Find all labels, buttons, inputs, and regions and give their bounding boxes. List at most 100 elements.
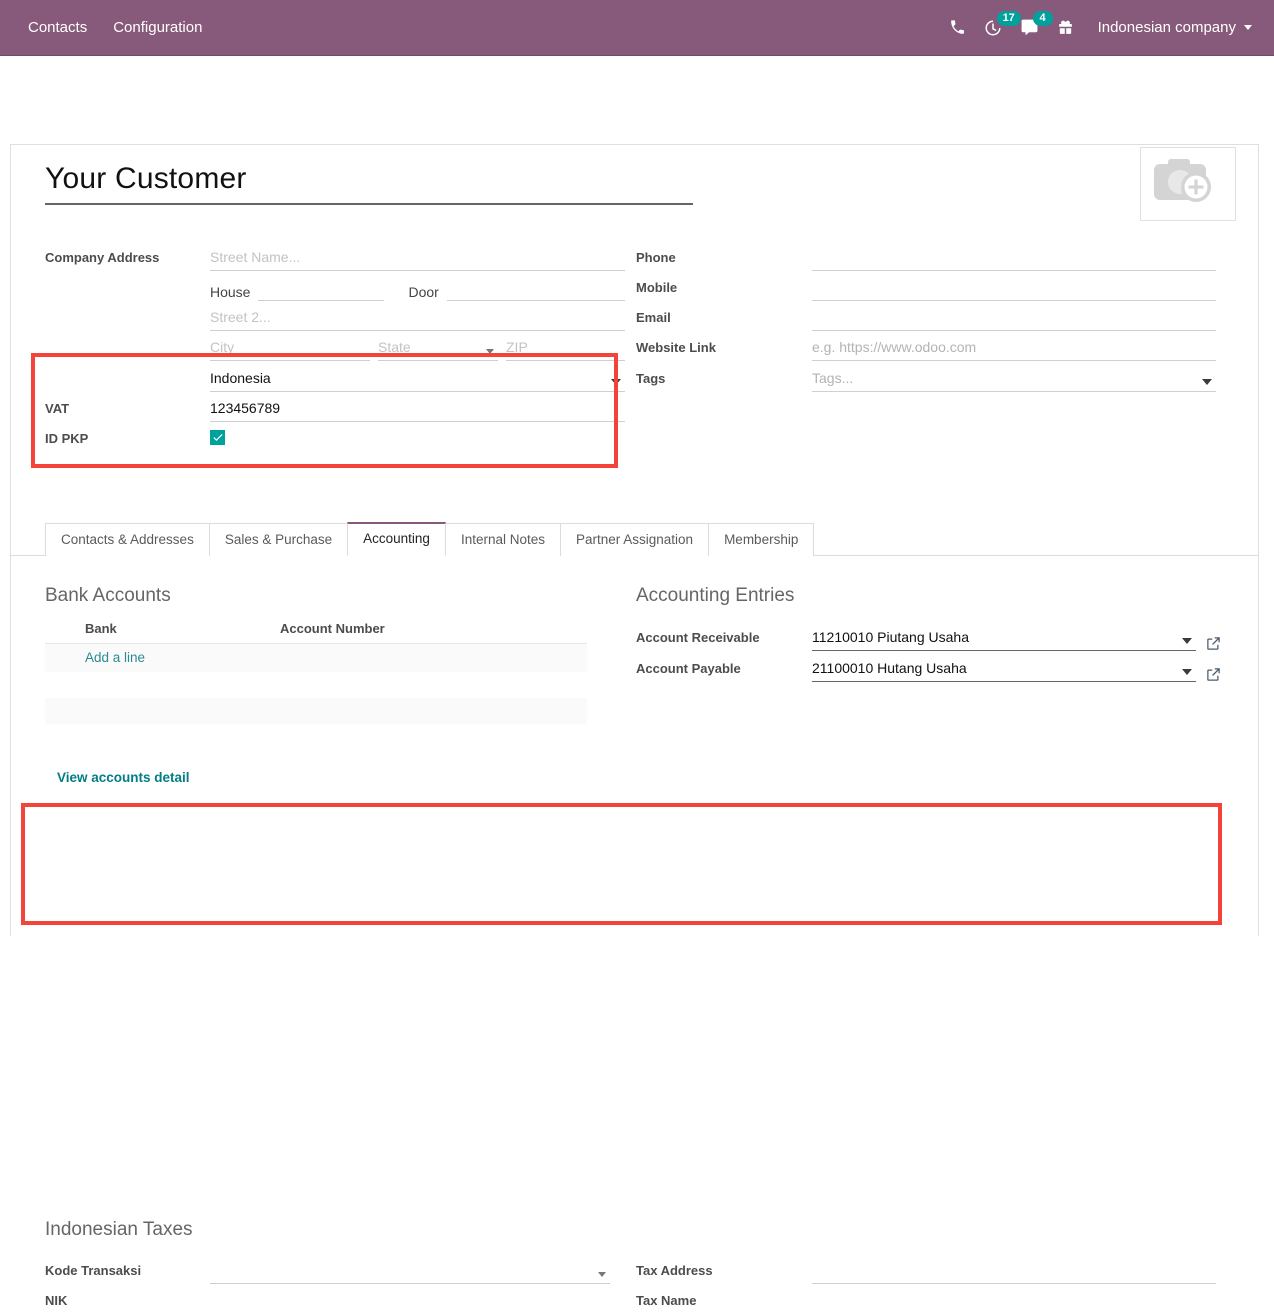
- tab-partner-assignation[interactable]: Partner Assignation: [560, 523, 709, 556]
- state-placeholder: State: [378, 338, 411, 356]
- account-receivable-external-link-icon[interactable]: [1206, 636, 1221, 651]
- column-header-bank: Bank: [45, 620, 280, 638]
- tab-sales-purchase[interactable]: Sales & Purchase: [209, 523, 348, 556]
- top-navbar: Contacts Configuration 17 4 Indonesian c…: [0, 0, 1274, 56]
- house-door-spacer: [45, 298, 210, 301]
- country-value: Indonesia: [210, 369, 271, 387]
- tax-address-label: Tax Address: [636, 1261, 812, 1284]
- chevron-down-icon: [1244, 25, 1252, 30]
- accounting-entries-group: Accounting Entries Account Receivable 11…: [636, 584, 1221, 682]
- kode-transaksi-chevron-down-icon: [598, 1272, 606, 1277]
- zip-input[interactable]: ZIP: [506, 334, 625, 361]
- tab-accounting[interactable]: Accounting: [347, 522, 446, 556]
- account-payable-select[interactable]: 21100010 Hutang Usaha: [812, 655, 1196, 682]
- field-row-country: Indonesia: [45, 361, 625, 392]
- phone-icon[interactable]: [949, 17, 966, 39]
- avatar-upload-box[interactable]: [1140, 147, 1236, 221]
- website-link-input[interactable]: e.g. https://www.odoo.com: [812, 334, 1216, 361]
- door-input[interactable]: [447, 274, 625, 301]
- gift-icon[interactable]: [1057, 17, 1074, 39]
- phone-label: Phone: [636, 248, 812, 271]
- add-a-line-row[interactable]: Add a line: [45, 644, 587, 672]
- field-row-company-address: Company Address Street Name...: [45, 241, 625, 271]
- vat-value: 123456789: [210, 399, 280, 417]
- vat-input[interactable]: 123456789: [210, 395, 625, 422]
- email-input[interactable]: [812, 304, 1216, 331]
- tags-chevron-down-icon: [1202, 379, 1212, 385]
- account-payable-external-link-icon[interactable]: [1206, 667, 1221, 682]
- tags-label: Tags: [636, 369, 812, 392]
- id-pkp-checkbox[interactable]: [210, 425, 625, 452]
- list-spacer: [45, 672, 587, 698]
- field-row-tags: Tags Tags...: [636, 361, 1216, 392]
- zip-placeholder: ZIP: [506, 338, 528, 356]
- form-column-right: Phone Mobile Email Website Link: [636, 241, 1216, 392]
- website-placeholder: e.g. https://www.odoo.com: [812, 338, 976, 356]
- navbar-systray: 17 4 Indonesian company: [949, 17, 1274, 39]
- account-payable-value: 21100010 Hutang Usaha: [812, 659, 967, 677]
- field-row-id-pkp: ID PKP: [45, 422, 625, 452]
- field-row-tax-name: Tax Name: [636, 1284, 1216, 1314]
- account-receivable-label: Account Receivable: [636, 628, 812, 651]
- mobile-label: Mobile: [636, 278, 812, 301]
- website-link-label: Website Link: [636, 338, 812, 361]
- door-label: Door: [384, 283, 446, 301]
- nik-input[interactable]: [210, 1287, 610, 1314]
- country-spacer: [45, 389, 210, 392]
- city-placeholder: City: [210, 338, 234, 356]
- column-header-account-number: Account Number: [280, 620, 587, 638]
- company-switcher[interactable]: Indonesian company: [1098, 19, 1252, 36]
- tax-address-input[interactable]: [812, 1257, 1216, 1284]
- record-title-block: Your Customer: [45, 161, 695, 205]
- street2-input[interactable]: Street 2...: [210, 304, 625, 331]
- field-row-kode-transaksi: Kode Transaksi: [45, 1254, 610, 1284]
- tab-internal-notes[interactable]: Internal Notes: [445, 523, 561, 556]
- indonesian-taxes-title: Indonesian Taxes: [45, 1218, 1258, 1242]
- activity-clock-icon[interactable]: 17: [984, 17, 1002, 39]
- street2-spacer: [45, 328, 210, 331]
- form-column-left: Company Address Street Name... House Doo…: [45, 241, 625, 452]
- country-chevron-down-icon: [611, 379, 621, 385]
- account-receivable-select[interactable]: 11210010 Piutang Usaha: [812, 624, 1196, 651]
- state-select[interactable]: State: [378, 334, 498, 361]
- title-underline: [45, 203, 693, 205]
- account-receivable-value: 11210010 Piutang Usaha: [812, 628, 969, 646]
- accounting-tab-pane: Bank Accounts Bank Account Number Add a …: [11, 556, 1258, 584]
- kode-transaksi-label: Kode Transaksi: [45, 1261, 210, 1284]
- tax-name-input[interactable]: [812, 1287, 1216, 1314]
- field-row-tax-address: Tax Address: [636, 1254, 1216, 1284]
- tags-placeholder: Tags...: [812, 369, 853, 387]
- mobile-input[interactable]: [812, 274, 1216, 301]
- notebook: Contacts & Addresses Sales & Purchase Ac…: [11, 523, 1258, 584]
- street2-placeholder: Street 2...: [210, 308, 271, 326]
- menu-item-contacts[interactable]: Contacts: [28, 20, 87, 35]
- street-placeholder: Street Name...: [210, 248, 300, 266]
- city-input[interactable]: City: [210, 334, 370, 361]
- checkmark-icon: [210, 430, 225, 445]
- view-accounts-detail-button[interactable]: View accounts detail: [57, 769, 190, 787]
- field-row-phone: Phone: [636, 241, 1216, 271]
- phone-input[interactable]: [812, 244, 1216, 271]
- field-row-city-state-zip: City State ZIP: [45, 331, 625, 361]
- house-input[interactable]: [258, 274, 384, 301]
- messages-icon[interactable]: 4: [1020, 17, 1039, 39]
- menu-item-configuration[interactable]: Configuration: [113, 20, 202, 35]
- field-row-website: Website Link e.g. https://www.odoo.com: [636, 331, 1216, 361]
- control-panel: [0, 56, 1274, 144]
- notebook-tabs: Contacts & Addresses Sales & Purchase Ac…: [11, 523, 1258, 556]
- country-select[interactable]: Indonesia: [210, 365, 625, 392]
- street-input[interactable]: Street Name...: [210, 244, 625, 271]
- field-row-email: Email: [636, 301, 1216, 331]
- tab-membership[interactable]: Membership: [708, 523, 814, 556]
- bank-accounts-title: Bank Accounts: [45, 584, 605, 608]
- page-title: Your Customer: [45, 161, 695, 197]
- tags-select[interactable]: Tags...: [812, 365, 1216, 392]
- field-row-account-receivable: Account Receivable 11210010 Piutang Usah…: [636, 620, 1221, 651]
- tab-contacts-addresses[interactable]: Contacts & Addresses: [45, 523, 210, 556]
- field-row-vat: VAT 123456789: [45, 392, 625, 422]
- city-spacer: [45, 358, 210, 361]
- list-footer-row: [45, 698, 587, 724]
- add-a-line-link[interactable]: Add a line: [85, 649, 145, 667]
- field-row-street2: Street 2...: [45, 301, 625, 331]
- kode-transaksi-select[interactable]: [210, 1257, 610, 1284]
